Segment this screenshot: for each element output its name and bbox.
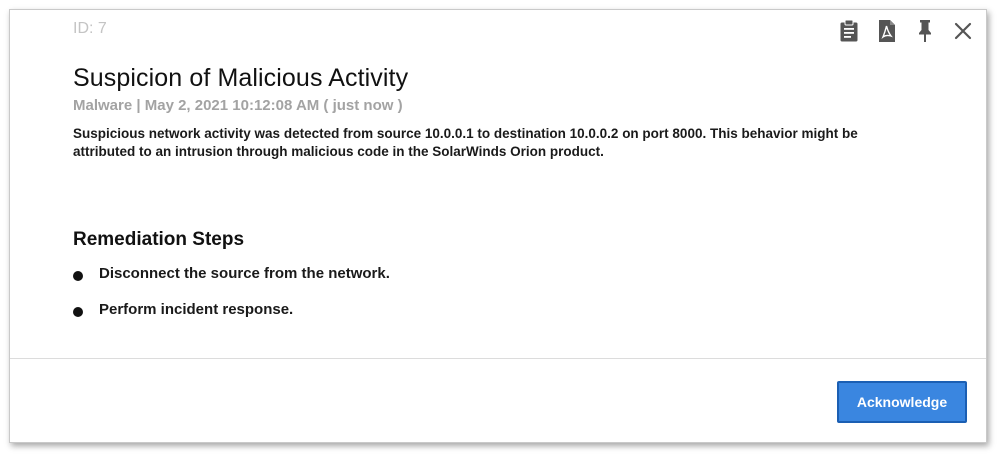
pdf-icon <box>877 19 897 43</box>
alert-meta: Malware | May 2, 2021 10:12:08 AM ( just… <box>73 97 403 114</box>
remediation-step: Disconnect the source from the network. <box>73 264 390 300</box>
close-icon <box>954 22 972 40</box>
alert-title: Suspicion of Malicious Activity <box>73 64 409 92</box>
pin-icon <box>917 19 933 43</box>
alert-id: ID: 7 <box>73 20 107 37</box>
copy-to-clipboard-button[interactable] <box>836 18 862 44</box>
remediation-step-text: Disconnect the source from the network. <box>99 265 390 282</box>
remediation-step-text: Perform incident response. <box>99 301 294 318</box>
remediation-heading: Remediation Steps <box>73 229 245 250</box>
export-pdf-button[interactable] <box>874 18 900 44</box>
alert-description: Suspicious network activity was detected… <box>73 126 858 159</box>
remediation-steps-list: Disconnect the source from the network. … <box>73 264 390 336</box>
remediation-step: Perform incident response. <box>73 300 390 336</box>
acknowledge-button[interactable]: Acknowledge <box>837 381 967 423</box>
bullet-icon <box>73 271 83 281</box>
pin-button[interactable] <box>912 18 938 44</box>
dialog-toolbar <box>824 18 976 44</box>
clipboard-icon <box>839 19 859 43</box>
close-button[interactable] <box>950 18 976 44</box>
alert-dialog: ID: 7 Suspicion of Malicious Activity Ma… <box>9 9 987 443</box>
footer-divider <box>10 358 986 359</box>
bullet-icon <box>73 307 83 317</box>
